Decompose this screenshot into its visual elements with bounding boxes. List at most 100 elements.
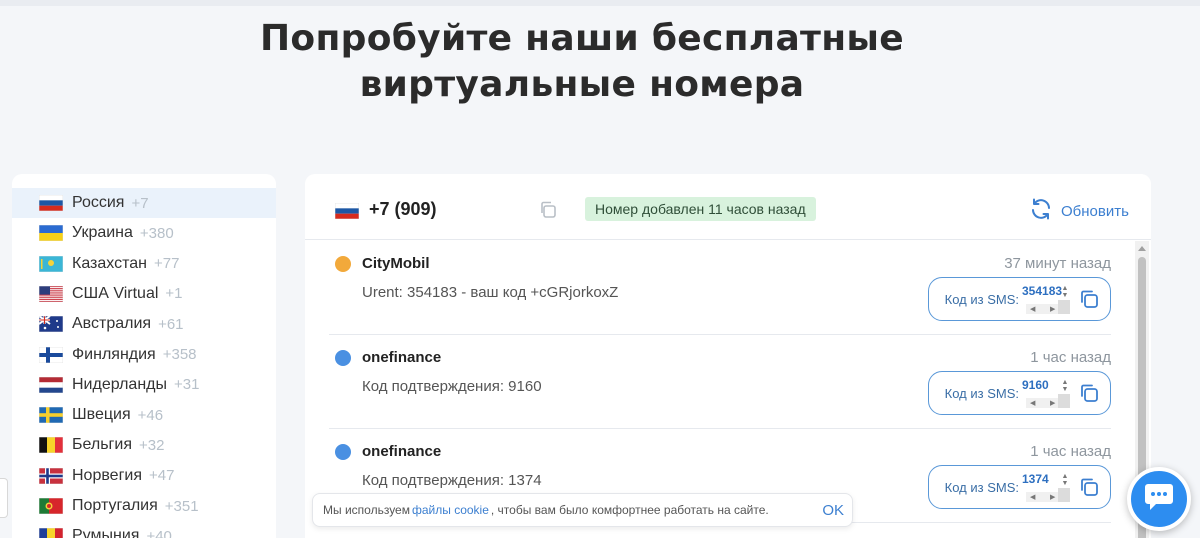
country-code: +40 — [146, 527, 172, 538]
sms-code-box: Код из SMS: 354183 ▲ ▼ ◀ ▶ — [927, 277, 1111, 321]
service-name: onefinance — [362, 443, 442, 460]
sms-code-field[interactable]: 354183 ▲ ▼ ◀ ▶ — [1022, 284, 1070, 314]
nl-flag-icon — [39, 376, 63, 393]
be-flag-icon — [39, 437, 63, 454]
scroll-left-icon[interactable]: ◀ — [1030, 493, 1035, 501]
country-name: Румыния — [72, 527, 140, 538]
country-code: +358 — [162, 346, 197, 363]
no-flag-icon — [39, 467, 63, 484]
country-item[interactable]: США Virtual +1 — [12, 279, 276, 309]
copy-number-icon[interactable] — [538, 200, 558, 220]
spinner-arrows-icon[interactable]: ▲ ▼ — [1060, 473, 1070, 487]
ro-flag-icon — [39, 528, 63, 538]
sms-code-label: Код из SMS: — [944, 291, 1019, 307]
refresh-button[interactable]: Обновить — [1029, 197, 1129, 226]
country-code: +7 — [131, 194, 149, 212]
sms-code-value: 1374 — [1022, 472, 1049, 486]
resize-grip[interactable] — [1058, 300, 1070, 314]
country-code: +380 — [139, 224, 174, 242]
sms-code-value: 354183 — [1022, 284, 1063, 298]
phone-number: +7 (909) — [369, 199, 437, 219]
scroll-up-arrow-icon[interactable] — [1138, 246, 1146, 251]
scroll-right-icon[interactable]: ▶ — [1050, 399, 1055, 407]
sms-code-field[interactable]: 9160 ▲ ▼ ◀ ▶ — [1022, 378, 1070, 408]
scroll-right-icon[interactable]: ▶ — [1050, 305, 1055, 313]
country-item[interactable]: Бельгия +32 — [12, 430, 276, 460]
sms-code-label: Код из SMS: — [944, 479, 1019, 495]
message-time: 1 час назад — [1030, 349, 1111, 366]
country-name: Бельгия — [72, 436, 132, 454]
country-code: +1 — [165, 285, 183, 303]
number-card: +7 (909) Номер добавлен 11 часов назад О… — [305, 174, 1151, 538]
country-item[interactable]: Швеция +46 — [12, 400, 276, 430]
country-code: +31 — [173, 376, 200, 394]
service-name: onefinance — [362, 349, 442, 366]
page-title-line1: Попробуйте наши бесплатные — [260, 18, 904, 59]
country-name: Украина — [72, 224, 133, 242]
ru-flag-icon — [39, 195, 63, 211]
spinner-arrows-icon[interactable]: ▲ ▼ — [1060, 379, 1070, 393]
sms-code-field[interactable]: 1374 ▲ ▼ ◀ ▶ — [1022, 472, 1070, 502]
chat-button[interactable] — [1127, 467, 1191, 531]
country-name: США Virtual — [72, 284, 159, 302]
chat-icon — [1142, 481, 1176, 518]
country-item[interactable]: Украина +380 — [12, 218, 276, 248]
cookie-banner: Мы используем файлы cookie , чтобы вам б… — [312, 493, 853, 527]
country-name: Казахстан — [72, 254, 147, 272]
country-code: +46 — [137, 406, 164, 424]
country-item[interactable]: Португалия +351 — [12, 491, 276, 521]
country-code: +61 — [158, 315, 184, 333]
page-title-line2: виртуальные номера — [359, 64, 805, 105]
side-tab[interactable] — [0, 478, 8, 518]
cookie-ok-button[interactable]: OK — [822, 502, 844, 519]
country-name: Норвегия — [72, 466, 143, 484]
refresh-icon — [1029, 197, 1053, 226]
country-item[interactable]: Норвегия +47 — [12, 461, 276, 491]
sms-code-label: Код из SMS: — [944, 385, 1019, 401]
country-name: Россия — [72, 194, 125, 211]
country-item[interactable]: Австралия +61 — [12, 309, 276, 339]
country-name: Португалия — [72, 497, 158, 514]
country-item[interactable]: Румыния +40 — [12, 521, 276, 538]
sms-code-box: Код из SMS: 1374 ▲ ▼ ◀ ▶ — [927, 465, 1111, 509]
country-item[interactable]: Россия +7 — [12, 188, 276, 218]
page-title: Попробуйте наши бесплатные виртуальные н… — [0, 16, 1164, 108]
copy-code-icon[interactable] — [1078, 288, 1100, 310]
country-code: +47 — [149, 467, 175, 485]
country-item[interactable]: Казахстан +77 — [12, 249, 276, 279]
country-code: +351 — [164, 497, 199, 515]
spinner-arrows-icon[interactable]: ▲ ▼ — [1060, 285, 1070, 299]
se-flag-icon — [39, 407, 63, 424]
copy-code-icon[interactable] — [1078, 382, 1100, 404]
resize-grip[interactable] — [1058, 394, 1070, 408]
country-item[interactable]: Финляндия +358 — [12, 340, 276, 370]
cookie-text-before: Мы используем — [323, 503, 410, 517]
scroll-right-icon[interactable]: ▶ — [1050, 493, 1055, 501]
service-name: CityMobil — [362, 255, 430, 272]
sms-code-value: 9160 — [1022, 378, 1049, 392]
country-name: Швеция — [72, 406, 131, 424]
scroll-left-icon[interactable]: ◀ — [1030, 399, 1035, 407]
message-item: onefinance 1 час назад Код подтверждения: … — [329, 335, 1111, 429]
country-name: Финляндия — [72, 345, 156, 363]
message-time: 1 час назад — [1030, 443, 1111, 460]
message-text: Код подтверждения: 9160 — [362, 378, 542, 395]
message-text: Urent: 354183 - ваш код +cGRjorkoxZ — [362, 284, 619, 301]
pt-flag-icon — [39, 498, 63, 514]
cookie-link[interactable]: файлы cookie — [412, 503, 489, 517]
kz-flag-icon — [39, 255, 63, 272]
refresh-label: Обновить — [1061, 203, 1129, 220]
scroll-left-icon[interactable]: ◀ — [1030, 305, 1035, 313]
country-name: Австралия — [72, 315, 152, 333]
citymobil-icon — [335, 256, 351, 272]
copy-code-icon[interactable] — [1078, 476, 1100, 498]
message-text: Код подтверждения: 1374 — [362, 472, 542, 489]
us-flag-icon — [39, 285, 63, 302]
sms-code-box: Код из SMS: 9160 ▲ ▼ ◀ ▶ — [927, 371, 1111, 415]
au-flag-icon — [39, 316, 63, 333]
resize-grip[interactable] — [1058, 488, 1070, 502]
country-name: Нидерланды — [72, 375, 167, 393]
country-item[interactable]: Нидерланды +31 — [12, 370, 276, 400]
onefinance-icon — [335, 350, 351, 366]
country-code: +77 — [153, 255, 180, 273]
